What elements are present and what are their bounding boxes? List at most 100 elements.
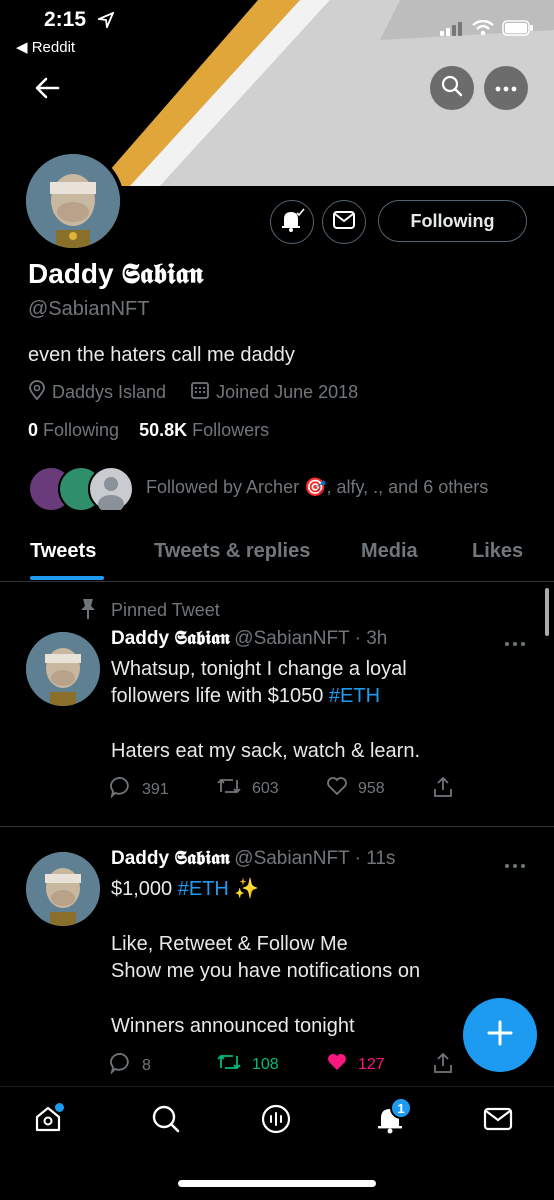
share-button[interactable] <box>432 776 454 803</box>
tweet-body[interactable]: Whatsup, tonight I change a loyal follow… <box>111 656 531 765</box>
nav-search[interactable] <box>146 1101 186 1141</box>
tweet-handle-time: @SabianNFT · 11s <box>234 848 396 869</box>
home-indicator <box>178 1180 376 1187</box>
reply-button[interactable]: 8 <box>110 1052 151 1079</box>
followed-by-text[interactable]: Followed by Archer 🎯, alfy, ., and 6 oth… <box>146 477 488 498</box>
like-button[interactable]: 127 <box>326 1052 385 1077</box>
envelope-icon <box>483 1106 513 1137</box>
followers-count: 50.8K <box>139 420 188 440</box>
profile-location: Daddys Island <box>52 382 167 402</box>
reply-count: 391 <box>142 780 169 798</box>
tweet-line: Whatsup, tonight I change a loyal <box>111 658 407 680</box>
retweet-icon <box>216 1052 242 1077</box>
nav-notifications[interactable]: 1 <box>370 1097 412 1141</box>
back-arrow-icon[interactable] <box>34 76 60 105</box>
reply-icon <box>110 1052 132 1079</box>
search-icon <box>151 1104 181 1139</box>
search-button[interactable] <box>430 66 474 110</box>
more-dots-icon <box>495 79 517 97</box>
location-arrow-icon <box>95 11 115 33</box>
profile-bio: even the haters call me daddy <box>28 344 295 366</box>
nav-messages[interactable] <box>478 1101 518 1141</box>
wifi-icon <box>472 19 494 41</box>
home-unread-dot <box>55 1103 64 1112</box>
plus-icon <box>486 1019 514 1052</box>
tweet-actions: 8 108 127 <box>110 1052 460 1078</box>
following-label: Following <box>43 420 120 440</box>
tweet-avatar[interactable] <box>26 852 100 926</box>
battery-icon <box>502 20 534 41</box>
sparkles-emoji: ✨ <box>234 878 260 900</box>
envelope-icon <box>333 210 355 234</box>
scrollbar[interactable] <box>545 588 549 636</box>
heart-icon <box>326 776 348 801</box>
profile-display-name: Daddy 𝕾𝖆𝖇𝖎𝖆𝖓 <box>28 258 204 289</box>
mutual-avatar <box>88 466 134 513</box>
tweet-more-icon[interactable] <box>504 634 526 652</box>
profile-handle: @SabianNFT <box>28 298 150 320</box>
tweet-header: Daddy 𝕾𝖆𝖇𝖎𝖆𝖓 @SabianNFT · 11s <box>111 848 395 870</box>
like-button[interactable]: 958 <box>326 776 385 801</box>
reply-icon <box>110 776 132 803</box>
tweet-header: Daddy 𝕾𝖆𝖇𝖎𝖆𝖓 @SabianNFT · 3h <box>111 628 387 650</box>
nav-home[interactable] <box>28 1101 68 1141</box>
tab-tweets[interactable]: Tweets <box>30 540 96 563</box>
spaces-microphone-icon <box>260 1103 292 1140</box>
tweet-line: Like, Retweet & Follow Me <box>111 933 348 955</box>
heart-filled-icon <box>326 1052 348 1077</box>
followers-link[interactable]: 50.8K Followers <box>139 420 269 440</box>
tweet-line: followers life with $1050 #ETH <box>111 685 381 707</box>
profile-tabs: Tweets Tweets & replies Media Likes <box>0 530 554 582</box>
bell-check-icon <box>279 207 305 238</box>
back-app-label: Reddit <box>31 39 76 56</box>
notifications-badge: 1 <box>390 1097 412 1119</box>
compose-tweet-button[interactable] <box>463 998 537 1072</box>
tweet-line: $1,000 #ETH ✨ <box>111 878 260 900</box>
tweet-line: Haters eat my sack, watch & learn. <box>111 740 421 762</box>
follow-counts: 0 Following 50.8K Followers <box>28 420 269 441</box>
retweet-count: 108 <box>252 1055 279 1073</box>
following-button[interactable]: Following <box>378 200 527 242</box>
profile-joined: Joined June 2018 <box>216 382 359 402</box>
notifications-bell-button[interactable] <box>270 200 314 244</box>
tab-media[interactable]: Media <box>361 540 418 563</box>
like-count: 958 <box>358 779 385 797</box>
calendar-icon <box>190 380 210 405</box>
hashtag-link[interactable]: #ETH <box>178 878 229 900</box>
following-link[interactable]: 0 Following <box>28 420 119 440</box>
retweet-button[interactable]: 603 <box>216 776 279 801</box>
tab-likes[interactable]: Likes <box>472 540 523 563</box>
like-count: 127 <box>358 1055 385 1073</box>
pinned-label: Pinned Tweet <box>111 600 220 620</box>
tweet-more-icon[interactable] <box>504 856 526 874</box>
back-to-app[interactable]: ◀ Reddit <box>16 38 75 56</box>
active-tab-indicator <box>30 576 104 580</box>
mutual-followers-avatars[interactable] <box>28 466 138 513</box>
tweet-line: Show me you have notifications on <box>111 960 421 982</box>
tweet-author-name[interactable]: Daddy 𝕾𝖆𝖇𝖎𝖆𝖓 <box>111 848 230 869</box>
tweet-avatar[interactable] <box>26 632 100 706</box>
more-options-button[interactable] <box>484 66 528 110</box>
retweet-button[interactable]: 108 <box>216 1052 279 1077</box>
status-time: 2:15 <box>44 8 87 31</box>
nav-spaces[interactable] <box>256 1101 296 1141</box>
hashtag-link[interactable]: #ETH <box>329 685 380 707</box>
tweet-divider <box>0 826 554 827</box>
tweet-author-name[interactable]: Daddy 𝕾𝖆𝖇𝖎𝖆𝖓 <box>111 628 230 649</box>
tweet-actions: 391 603 958 <box>110 776 460 802</box>
profile-avatar[interactable] <box>22 150 124 252</box>
message-button[interactable] <box>322 200 366 244</box>
retweet-icon <box>216 776 242 801</box>
signal-icon <box>440 20 464 41</box>
location-pin-icon <box>28 380 46 405</box>
pin-icon <box>78 598 98 625</box>
tweet-handle-time: @SabianNFT · 3h <box>234 628 388 649</box>
following-count: 0 <box>28 420 39 440</box>
tab-tweets-replies[interactable]: Tweets & replies <box>154 540 310 563</box>
share-button[interactable] <box>432 1052 454 1079</box>
status-indicators <box>440 19 534 41</box>
share-icon <box>432 1052 454 1079</box>
reply-button[interactable]: 391 <box>110 776 169 803</box>
search-icon <box>441 75 463 102</box>
reply-count: 8 <box>142 1056 151 1074</box>
